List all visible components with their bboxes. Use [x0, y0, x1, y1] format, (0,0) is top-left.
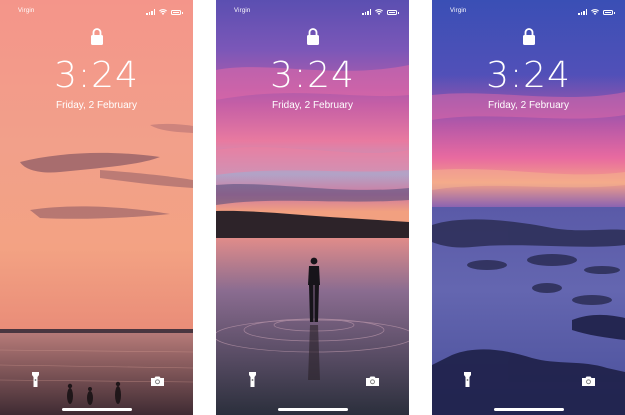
- battery-icon: [603, 9, 615, 15]
- wifi-icon: [591, 9, 599, 15]
- padlock-icon: [522, 28, 535, 45]
- lock-date: Friday, 2 February: [272, 100, 353, 111]
- flashlight-icon[interactable]: [463, 372, 472, 387]
- padlock-icon: [90, 28, 103, 45]
- lock-time: 3:24: [486, 55, 571, 96]
- lockscreen-3: Virgin 3:24 Friday, 2 February: [432, 0, 625, 415]
- camera-icon[interactable]: [582, 376, 595, 386]
- lock-date: Friday, 2 February: [56, 100, 137, 111]
- wifi-icon: [159, 9, 167, 15]
- carrier-label: Virgin: [450, 8, 467, 14]
- lockscreen-1: Virgin 3:24 Friday, 2 February: [0, 0, 193, 415]
- lock-time: 3:24: [54, 55, 139, 96]
- battery-icon: [387, 9, 399, 15]
- flashlight-icon[interactable]: [248, 372, 257, 387]
- home-indicator[interactable]: [61, 408, 132, 411]
- status-bar: Virgin: [432, 8, 625, 18]
- wifi-icon: [375, 9, 383, 15]
- battery-icon: [171, 9, 183, 15]
- carrier-label: Virgin: [18, 8, 35, 14]
- flashlight-icon[interactable]: [31, 372, 40, 387]
- lock-time: 3:24: [270, 55, 355, 96]
- status-bar: Virgin: [0, 8, 193, 18]
- home-indicator[interactable]: [277, 408, 348, 411]
- cellular-signal-icon: [146, 9, 155, 15]
- cellular-signal-icon: [362, 9, 371, 15]
- camera-icon[interactable]: [366, 376, 379, 386]
- lockscreen-2: Virgin 3:24 Friday, 2 February: [216, 0, 409, 415]
- padlock-icon: [306, 28, 319, 45]
- carrier-label: Virgin: [234, 8, 251, 14]
- camera-icon[interactable]: [151, 376, 164, 386]
- status-bar: Virgin: [216, 8, 409, 18]
- lock-date: Friday, 2 February: [488, 100, 569, 111]
- home-indicator[interactable]: [493, 408, 564, 411]
- cellular-signal-icon: [578, 9, 587, 15]
